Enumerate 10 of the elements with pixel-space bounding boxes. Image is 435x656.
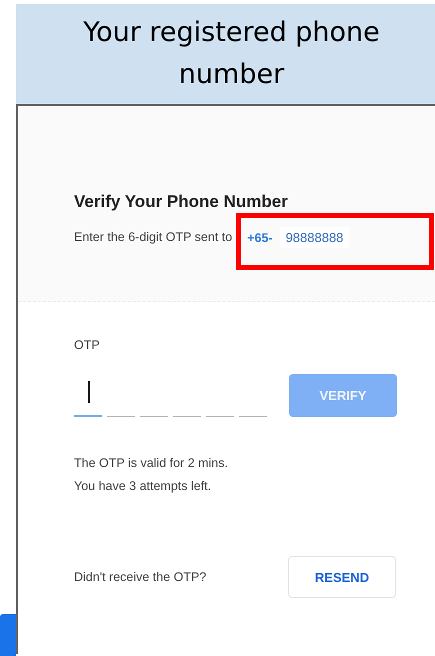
instruction-text: Enter the 6-digit OTP sent to	[74, 230, 232, 244]
resend-prompt: Didn't receive the OTP?	[74, 570, 208, 584]
banner-title: Your registered phone number	[82, 16, 381, 92]
info-text: The OTP is valid for 2 mins.	[74, 455, 229, 472]
info-text: You have 3 attempts left.	[74, 478, 212, 495]
country-code: +65-	[247, 231, 273, 245]
page-title: Verify Your Phone Number	[74, 192, 289, 212]
field-label: OTP	[74, 338, 101, 352]
resend-button[interactable]: RESEND	[288, 556, 396, 598]
phone-number: 98888888	[280, 227, 350, 248]
